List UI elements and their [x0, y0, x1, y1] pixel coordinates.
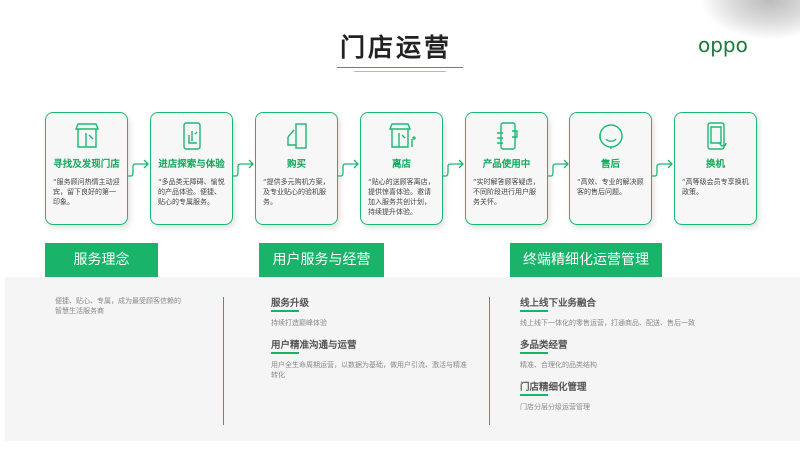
step-description: “贴心的送顾客离店，提供惊喜体验。邀请加入服务共创计划，持续提升体验。 [368, 178, 435, 216]
step-title: 换机 [705, 159, 725, 170]
step-card: 售后 “高效、专业的解决顾客的售后问题。 [569, 112, 652, 225]
arrow-right-icon [233, 159, 254, 177]
title-underline-secondary [354, 71, 446, 72]
heading-underline [520, 310, 548, 312]
section-heading: 门店精细化管理 [520, 382, 587, 393]
step-description: “实时解答顾客疑虑，不同阶段进行用户服务关怀。 [473, 178, 540, 206]
step-description: “高效、专业的解决顾客的售后问题。 [577, 178, 644, 196]
step-title: 进店探索与体验 [158, 159, 225, 170]
section-text: 精准、合理化的品类结构 [520, 361, 597, 369]
card-payment-icon [287, 123, 307, 149]
step-card: 寻找及发现门店 “服务顾问热情主动迎宾，留下良好的第一印象。 [45, 112, 128, 225]
phone-swap-icon [707, 122, 727, 150]
arrow-right-icon [128, 159, 149, 177]
step-title: 寻找及发现门店 [53, 159, 120, 170]
arrow-right-icon [652, 159, 673, 177]
phone-in-hand-icon [497, 122, 518, 150]
section-heading: 线上线下业务融合 [520, 298, 597, 309]
arrow-right-icon [443, 159, 464, 177]
step-description: “服务顾问热情主动迎宾，留下良好的第一印象。 [53, 178, 120, 206]
philosophy-text: 便捷、贴心、专属，成为最受顾客信赖的智慧生活服务商 [55, 297, 181, 315]
section-text: 用户全生命周期运营，以数据为基础，做用户引流、激活与精准转化 [271, 361, 467, 379]
step-title: 离店 [391, 159, 411, 170]
oppo-logo: oppo [698, 33, 748, 57]
step-description: “高等级会员专享换机政策。 [682, 178, 749, 196]
heading-underline [520, 352, 548, 354]
arrow-right-icon [548, 159, 569, 177]
store-exit-icon [388, 123, 416, 148]
section-heading: 用户精准沟通与运营 [271, 340, 357, 351]
philosophy-label: 服务理念 [45, 243, 158, 277]
user-service-label: 用户服务与经营 [259, 243, 384, 277]
section-heading: 多品类经营 [520, 340, 568, 351]
touch-phone-icon [183, 122, 201, 150]
page-title: 门店运营 [340, 33, 453, 62]
divider [489, 297, 490, 425]
title-underline [337, 67, 463, 68]
step-description: “提供多元购机方案，及专业贴心的验机服务。 [263, 178, 330, 206]
heading-underline [271, 310, 299, 312]
heading-underline [520, 394, 548, 396]
section-heading: 服务升级 [271, 298, 310, 309]
divider [223, 297, 224, 425]
step-card: 进店探索与体验 “多品类无障碍、愉悦的产品体验。便捷、贴心的专属服务。 [150, 112, 233, 225]
arrow-right-icon [338, 159, 359, 177]
step-card: 换机 “高等级会员专享换机政策。 [674, 112, 757, 225]
step-card: 产品使用中 “实时解答顾客疑虑，不同阶段进行用户服务关怀。 [465, 112, 548, 225]
heading-underline [271, 352, 299, 354]
step-card: 离店 “贴心的送顾客离店，提供惊喜体验。邀请加入服务共创计划，持续提升体验。 [360, 112, 443, 225]
step-title: 售后 [600, 159, 620, 170]
step-title: 产品使用中 [482, 159, 531, 170]
section-text: 线上线下一体化的零售运营，打通商品、配送、售后一致 [520, 319, 695, 327]
storefront-icon [74, 123, 100, 148]
headset-icon [599, 124, 623, 149]
step-description: “多品类无障碍、愉悦的产品体验。便捷、贴心的专属服务。 [158, 178, 225, 206]
section-text: 门店分层分级运营管理 [520, 403, 590, 411]
section-text: 持续打造巅峰体验 [271, 319, 327, 327]
step-title: 购买 [286, 159, 306, 170]
step-card: 购买 “提供多元购机方案，及专业贴心的验机服务。 [255, 112, 338, 225]
terminal-management-label: 终端精细化运营管理 [510, 243, 662, 277]
